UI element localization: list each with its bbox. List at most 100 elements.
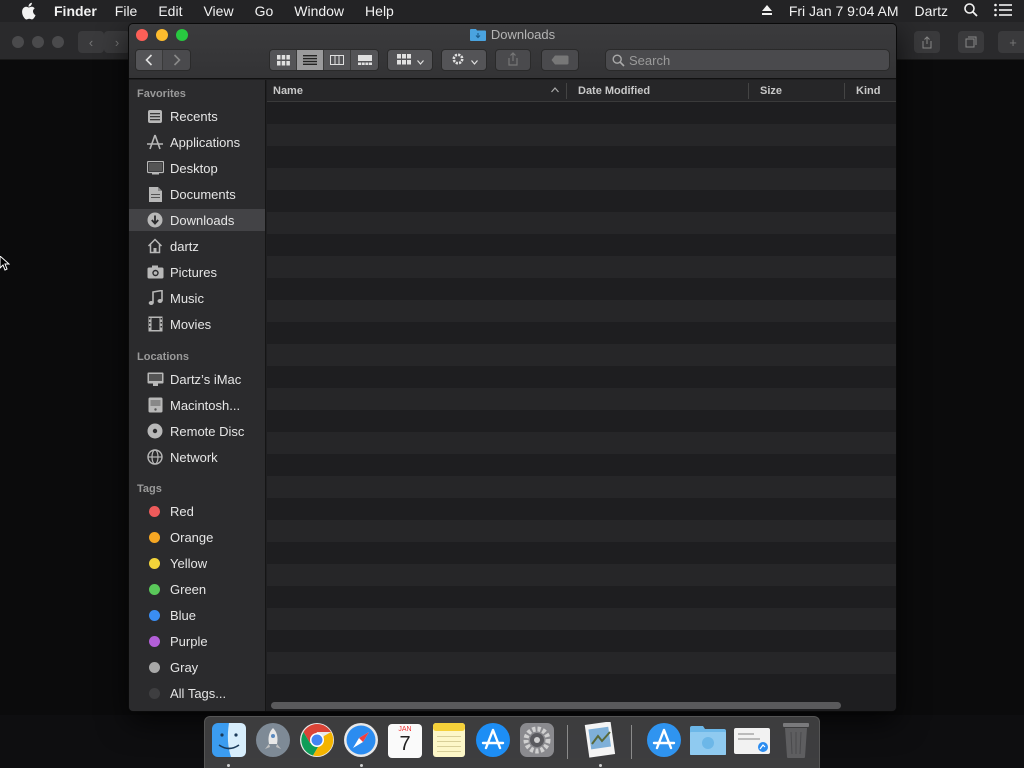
mouse-cursor-icon xyxy=(0,255,11,275)
sidebar-header-favorites: Favorites xyxy=(137,88,186,100)
apple-menu-icon[interactable] xyxy=(20,2,38,20)
sidebar-item-recents[interactable]: Recents xyxy=(129,105,265,127)
eject-icon[interactable] xyxy=(761,3,773,19)
column-header-date-modified[interactable]: Date Modified xyxy=(578,85,650,97)
sidebar-item-label: All Tags... xyxy=(170,685,227,701)
dock-applications-folder[interactable] xyxy=(645,722,683,760)
sidebar-item-label: Desktop xyxy=(170,160,218,176)
sidebar-item-label: Purple xyxy=(170,633,208,649)
sidebar-item-network[interactable]: Network xyxy=(129,446,265,468)
gallery-view-button[interactable] xyxy=(351,50,378,70)
group-by-dropdown[interactable] xyxy=(387,49,433,71)
applications-folder-icon xyxy=(646,722,682,761)
horizontal-scrollbar[interactable] xyxy=(271,702,841,709)
sidebar-item-label: Blue xyxy=(170,607,197,623)
sidebar-tag-purple[interactable]: Purple xyxy=(129,630,265,652)
table-row xyxy=(267,344,896,366)
calendar-month: JAN xyxy=(398,726,412,733)
sidebar-item-macintosh-hd[interactable]: Macintosh... xyxy=(129,394,265,416)
sidebar-item-downloads[interactable]: Downloads xyxy=(129,209,265,231)
dock-documents-stack[interactable] xyxy=(733,722,771,760)
dock-preview[interactable] xyxy=(581,720,619,761)
sidebar-item-label: Movies xyxy=(170,316,212,332)
sidebar-item-remote-disc[interactable]: Remote Disc xyxy=(129,420,265,442)
background-forward-icon: › xyxy=(104,31,130,53)
dock-launchpad[interactable] xyxy=(254,722,292,760)
file-list[interactable]: Name Date Modified Size Kind xyxy=(267,80,896,711)
menu-file[interactable]: File xyxy=(115,3,138,19)
sidebar-tag-all-tags[interactable]: All Tags... xyxy=(129,682,265,704)
safari-icon xyxy=(343,722,379,761)
dock-calendar[interactable]: JAN 7 xyxy=(386,722,424,760)
back-button[interactable] xyxy=(136,50,163,70)
sidebar-tag-gray[interactable]: Gray xyxy=(129,656,265,678)
menubar-clock[interactable]: Fri Jan 7 9:04 AM xyxy=(789,3,899,19)
icon-view-button[interactable] xyxy=(270,50,297,70)
share-button[interactable] xyxy=(495,49,531,71)
sidebar-tag-orange[interactable]: Orange xyxy=(129,526,265,548)
dock-finder[interactable] xyxy=(210,722,248,760)
preview-icon xyxy=(583,720,617,761)
tag-color-dot-icon xyxy=(149,583,160,595)
dock-downloads-folder[interactable] xyxy=(689,722,727,760)
dock-trash[interactable] xyxy=(777,722,815,760)
launchpad-icon xyxy=(255,722,291,761)
sidebar-tag-yellow[interactable]: Yellow xyxy=(129,552,265,574)
window-title: Downloads xyxy=(129,27,896,42)
background-maximize-icon xyxy=(52,36,64,48)
dock-notes[interactable] xyxy=(430,722,468,760)
gear-icon xyxy=(451,52,465,69)
search-field[interactable] xyxy=(605,49,890,71)
sidebar-tag-red[interactable]: Red xyxy=(129,500,265,522)
table-row xyxy=(267,542,896,564)
dock-app-store[interactable] xyxy=(474,722,512,760)
sidebar-item-home[interactable]: dartz xyxy=(129,235,265,257)
sidebar-item-desktop[interactable]: Desktop xyxy=(129,157,265,179)
menu-finder[interactable]: Finder xyxy=(54,3,97,19)
menu-edit[interactable]: Edit xyxy=(158,3,182,19)
menu-window[interactable]: Window xyxy=(294,3,344,19)
calendar-day: 7 xyxy=(399,733,411,755)
list-view-button[interactable] xyxy=(297,50,324,70)
sidebar-item-label: Downloads xyxy=(170,212,235,228)
dock-chrome[interactable] xyxy=(298,722,336,760)
sidebar-item-music[interactable]: Music xyxy=(129,287,265,309)
column-divider[interactable] xyxy=(566,83,567,99)
table-row xyxy=(267,410,896,432)
dock-system-preferences[interactable] xyxy=(518,722,556,760)
notification-center-icon[interactable] xyxy=(994,3,1012,20)
sidebar-item-pictures[interactable]: Pictures xyxy=(129,261,265,283)
sidebar-tag-green[interactable]: Green xyxy=(129,578,265,600)
column-divider[interactable] xyxy=(844,83,845,99)
sidebar-item-movies[interactable]: Movies xyxy=(129,313,265,335)
action-menu-button[interactable] xyxy=(441,49,487,71)
search-input[interactable] xyxy=(629,52,879,68)
table-row xyxy=(267,564,896,586)
column-header-kind[interactable]: Kind xyxy=(856,85,880,97)
menu-go[interactable]: Go xyxy=(255,3,274,19)
menubar-user[interactable]: Dartz xyxy=(915,3,948,19)
column-header-name[interactable]: Name xyxy=(273,85,303,97)
sidebar-item-applications[interactable]: Applications xyxy=(129,131,265,153)
finder-toolbar: Downloads xyxy=(129,24,896,79)
menu-view[interactable]: View xyxy=(203,3,233,19)
sidebar-item-label: Yellow xyxy=(170,555,208,571)
sidebar-item-label: Remote Disc xyxy=(170,423,245,439)
sidebar-item-imac[interactable]: Dartz’s iMac xyxy=(129,368,265,390)
background-tabs-icon xyxy=(958,31,984,53)
column-divider[interactable] xyxy=(748,83,749,99)
forward-button[interactable] xyxy=(163,50,190,70)
edit-tags-button[interactable] xyxy=(541,49,579,71)
spotlight-search-icon[interactable] xyxy=(964,2,978,20)
column-header-size[interactable]: Size xyxy=(760,85,782,97)
sidebar-tag-blue[interactable]: Blue xyxy=(129,604,265,626)
disc-icon xyxy=(146,422,164,440)
sidebar-item-label: Documents xyxy=(170,186,236,202)
dock-safari[interactable] xyxy=(342,722,380,760)
table-row xyxy=(267,300,896,322)
menu-help[interactable]: Help xyxy=(365,3,394,19)
music-icon xyxy=(146,289,164,307)
sidebar-item-label: Applications xyxy=(170,134,241,150)
column-view-button[interactable] xyxy=(324,50,351,70)
sidebar-item-documents[interactable]: Documents xyxy=(129,183,265,205)
